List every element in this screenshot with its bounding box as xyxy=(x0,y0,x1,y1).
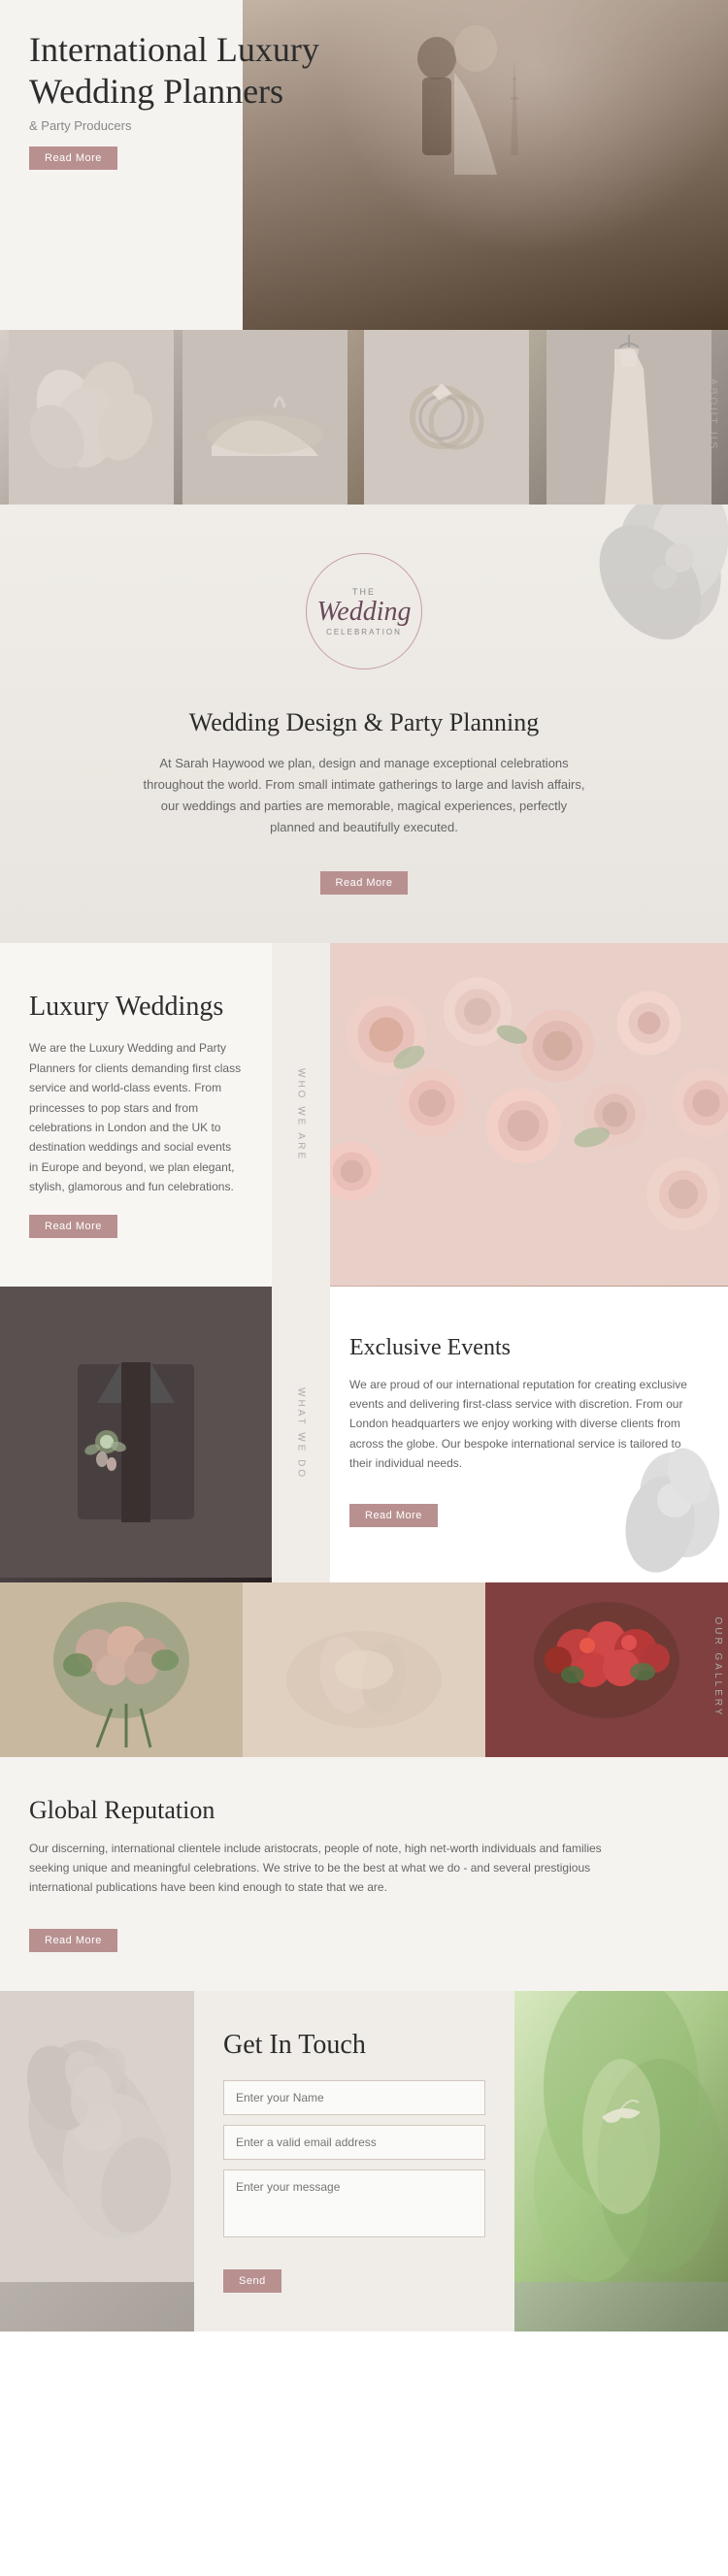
what-body: We are proud of our international reputa… xyxy=(349,1375,699,1474)
what-cta-button[interactable]: Read More xyxy=(349,1504,438,1527)
wedding-design-body: At Sarah Haywood we plan, design and man… xyxy=(141,753,587,838)
wedding-logo-celebration: CELEBRATION xyxy=(326,628,402,636)
contact-name-input[interactable] xyxy=(223,2080,485,2115)
photo-grid xyxy=(0,330,728,505)
contact-form: Get In Touch Send xyxy=(194,1991,514,2331)
hero-text-block: International Luxury Wedding Planners & … xyxy=(29,29,319,170)
contact-right-image xyxy=(514,1991,728,2331)
gallery-image-2 xyxy=(243,1582,485,1757)
hero-subtitle: & Party Producers xyxy=(29,118,319,133)
photo-rings xyxy=(364,330,546,505)
who-body: We are the Luxury Wedding and Party Plan… xyxy=(29,1038,243,1196)
wedding-logo-main: Wedding xyxy=(317,597,412,628)
global-rep-body: Our discerning, international clientele … xyxy=(29,1839,612,1898)
contact-email-input[interactable] xyxy=(223,2125,485,2160)
wedding-design-heading: Wedding Design & Party Planning xyxy=(29,708,699,737)
hero-title: International Luxury Wedding Planners xyxy=(29,29,319,113)
wedding-design-section: THE Wedding CELEBRATION Wedding Design &… xyxy=(0,505,728,943)
global-rep-section: Global Reputation Our discerning, intern… xyxy=(0,1757,728,1991)
what-we-do-label: WHAT WE DO xyxy=(296,1387,307,1480)
photo-dress xyxy=(546,330,728,505)
what-right-content: Exclusive Events We are proud of our int… xyxy=(330,1287,728,1582)
gallery-images xyxy=(0,1582,728,1757)
wedding-logo: THE Wedding CELEBRATION xyxy=(296,553,432,689)
wedding-design-cta[interactable]: Read More xyxy=(320,871,409,895)
photo-grid-wrapper: ABOUT US xyxy=(0,330,728,505)
wedding-logo-circle: THE Wedding CELEBRATION xyxy=(306,553,422,669)
who-left-content: Luxury Weddings We are the Luxury Weddin… xyxy=(0,943,272,1286)
our-gallery-label: OUR GALLERY xyxy=(712,1616,723,1722)
who-spacer: WHO WE ARE xyxy=(272,943,330,1286)
about-us-label: ABOUT US xyxy=(708,378,718,456)
what-we-do-spacer: WHAT WE DO xyxy=(272,1287,330,1582)
hero-section: International Luxury Wedding Planners & … xyxy=(0,0,728,330)
contact-message-input[interactable] xyxy=(223,2169,485,2237)
what-heading: Exclusive Events xyxy=(349,1335,699,1361)
who-flowers-photo xyxy=(330,943,728,1286)
contact-section: Get In Touch Send xyxy=(0,1991,728,2331)
what-we-do-section: WHAT WE DO Exclusive Events We are proud… xyxy=(0,1287,728,1582)
contact-submit-button[interactable]: Send xyxy=(223,2269,281,2293)
photo-flowers xyxy=(0,330,182,505)
hero-cta-button[interactable]: Read More xyxy=(29,147,117,170)
contact-floral-decoration xyxy=(0,1991,194,2331)
gallery-image-3 xyxy=(485,1582,728,1757)
global-rep-cta[interactable]: Read More xyxy=(29,1929,117,1952)
photo-shoes xyxy=(182,330,365,505)
who-we-are-section: Luxury Weddings We are the Luxury Weddin… xyxy=(0,943,728,1286)
who-heading: Luxury Weddings xyxy=(29,992,243,1023)
who-cta-button[interactable]: Read More xyxy=(29,1215,117,1238)
global-rep-heading: Global Reputation xyxy=(29,1796,699,1825)
what-left-image xyxy=(0,1287,272,1582)
gallery-image-1 xyxy=(0,1582,243,1757)
wedding-logo-the: THE xyxy=(352,587,376,597)
who-right-image xyxy=(330,943,728,1286)
contact-heading: Get In Touch xyxy=(223,2030,485,2061)
gallery-wrapper: OUR GALLERY xyxy=(0,1582,728,1757)
who-we-are-label: WHO WE ARE xyxy=(296,1068,307,1161)
